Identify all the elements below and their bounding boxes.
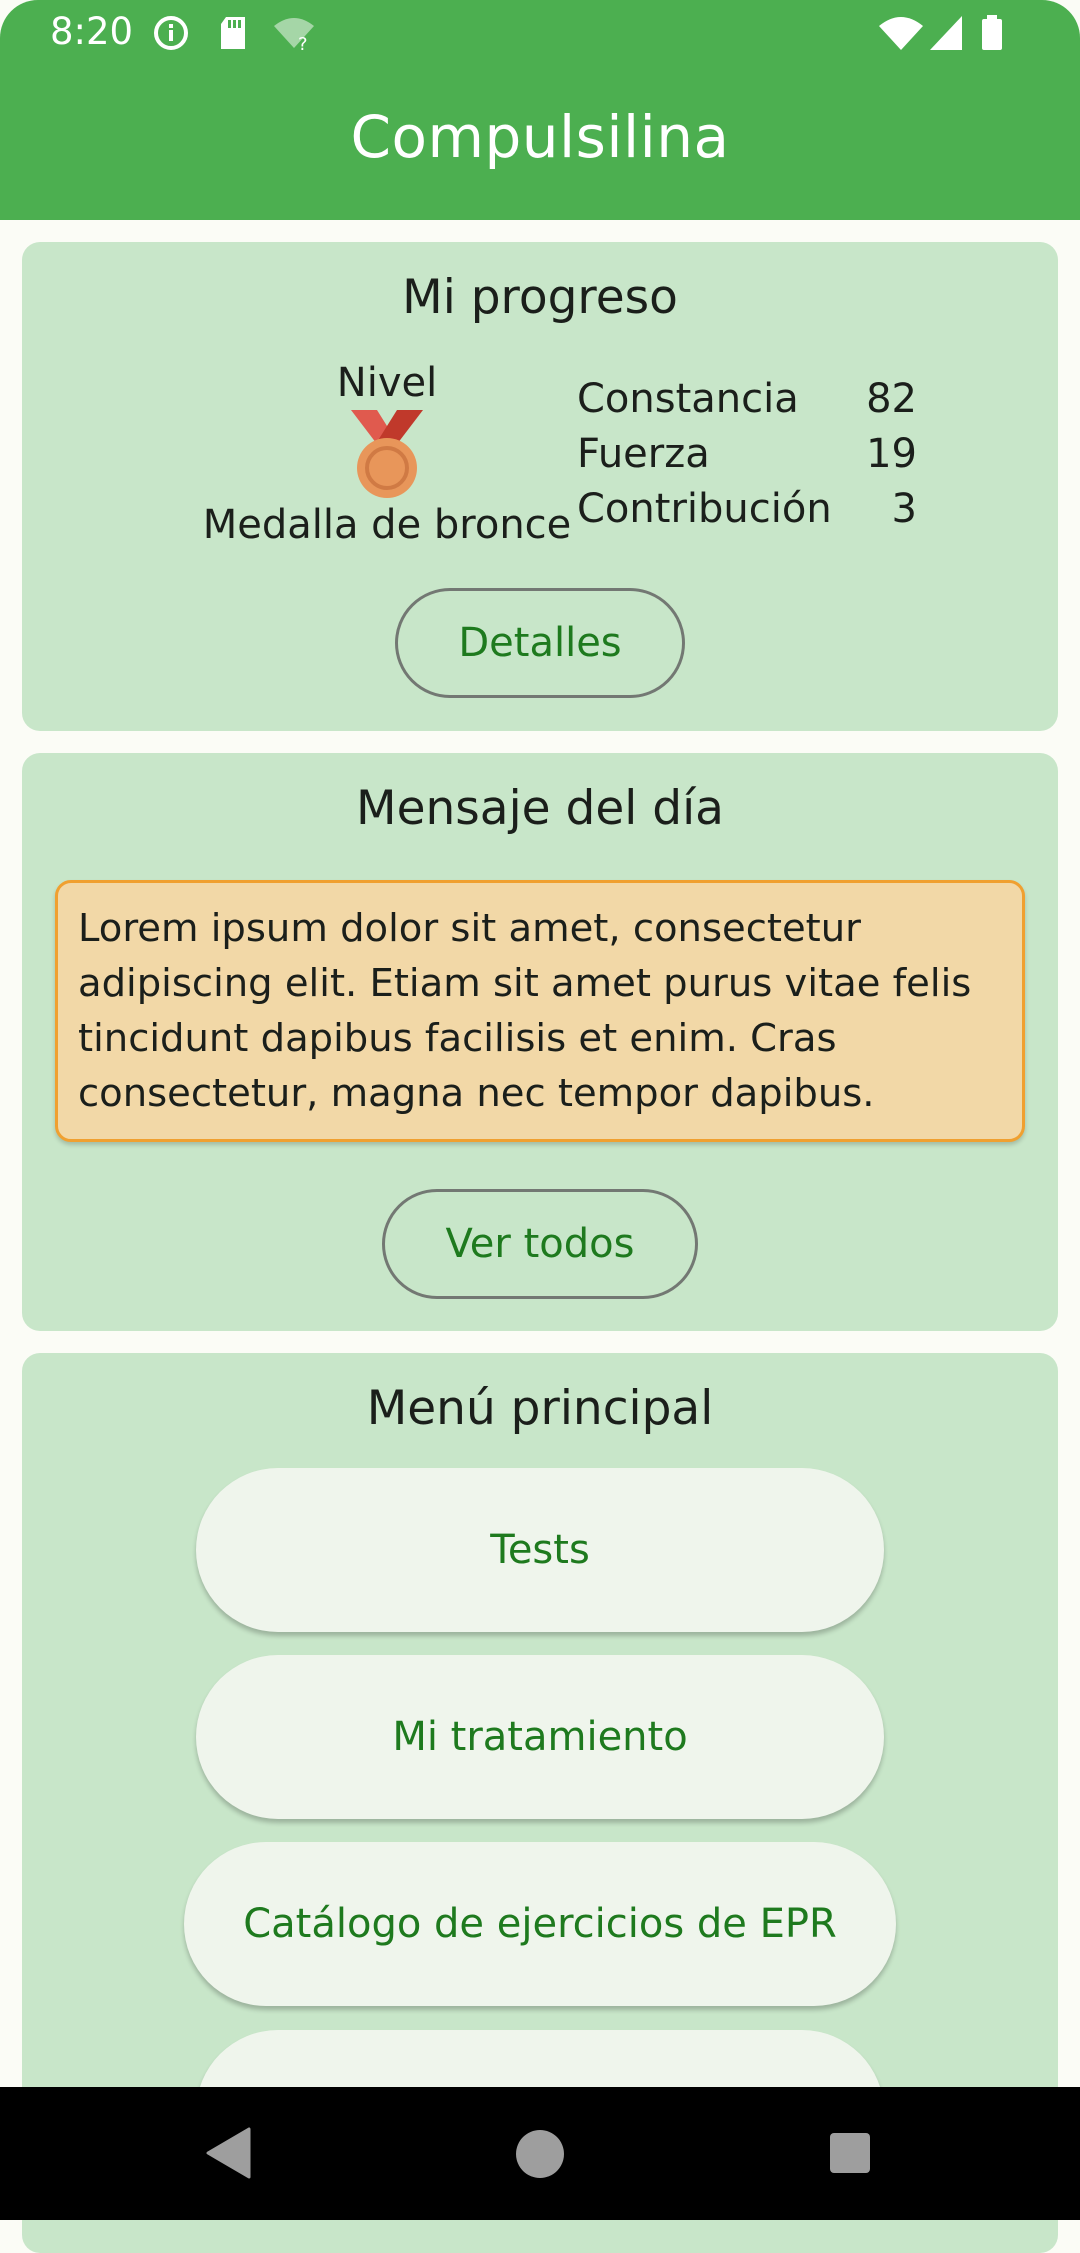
battery-icon: [982, 15, 1002, 50]
home-icon[interactable]: [514, 2128, 566, 2180]
details-button[interactable]: Detalles: [395, 588, 685, 698]
stat-label: Constancia: [577, 376, 799, 422]
view-all-button[interactable]: Ver todos: [382, 1189, 698, 1299]
svg-text:?: ?: [298, 34, 308, 52]
progress-card: Mi progreso Nivel Medalla de bronce Cons…: [22, 242, 1058, 731]
level-block: Nivel Medalla de bronce: [172, 360, 602, 548]
status-time: 8:20: [50, 10, 134, 53]
stat-row-constancia: Constancia 82: [577, 372, 917, 427]
menu-title: Menú principal: [366, 1381, 714, 1436]
stat-value: 82: [866, 376, 917, 422]
stat-value: 19: [866, 431, 917, 477]
progress-title: Mi progreso: [402, 270, 678, 325]
info-icon: [154, 16, 188, 50]
level-label: Nivel: [336, 360, 438, 406]
stats-list: Constancia 82 Fuerza 19 Contribución 3: [577, 372, 917, 537]
menu-item-tratamiento[interactable]: Mi tratamiento: [196, 1655, 884, 1819]
message-title: Mensaje del día: [356, 781, 724, 836]
app-title: Compulsilina: [350, 103, 730, 171]
stat-row-contribucion: Contribución 3: [577, 482, 917, 537]
wifi-icon: [879, 17, 923, 50]
recents-icon[interactable]: [829, 2132, 871, 2174]
menu-item-tests[interactable]: Tests: [196, 1468, 884, 1632]
stat-label: Fuerza: [577, 431, 710, 477]
stat-label: Contribución: [577, 486, 832, 532]
wifi-unknown-icon: ?: [274, 18, 314, 52]
menu-item-catalogo[interactable]: Catálogo de ejercicios de EPR: [184, 1842, 896, 2006]
message-text: Lorem ipsum dolor sit amet, consectetur …: [55, 880, 1025, 1142]
sd-card-icon: [221, 17, 245, 49]
medal-label: Medalla de bronce: [202, 502, 572, 548]
app-bar: Compulsilina: [0, 66, 1080, 220]
stat-value: 3: [891, 486, 917, 532]
status-bar: 8:20 ?: [0, 0, 1080, 66]
stat-row-fuerza: Fuerza 19: [577, 427, 917, 482]
back-icon[interactable]: [205, 2127, 251, 2179]
bronze-medal-icon: [351, 410, 423, 498]
navigation-bar: [0, 2087, 1080, 2220]
message-card: Mensaje del día Lorem ipsum dolor sit am…: [22, 753, 1058, 1331]
signal-icon: [930, 16, 962, 50]
